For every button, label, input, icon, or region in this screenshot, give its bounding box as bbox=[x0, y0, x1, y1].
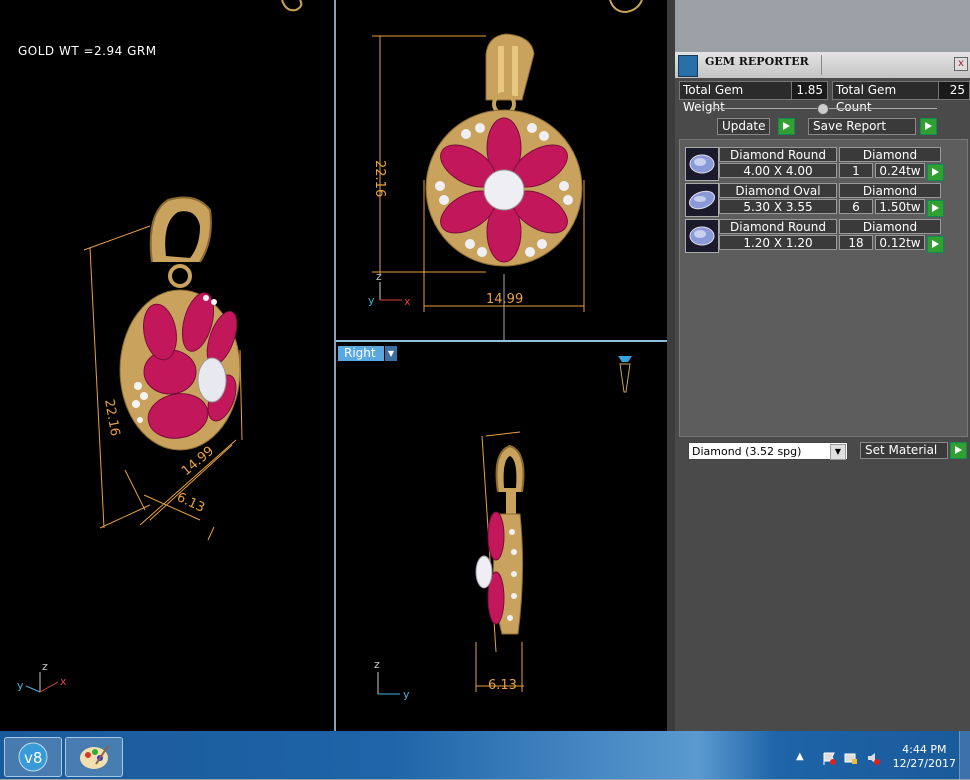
taskbar-app-paint[interactable] bbox=[65, 737, 123, 777]
material-select[interactable]: Diamond (3.52 spg) ▼ bbox=[688, 442, 848, 460]
svg-text:y: y bbox=[368, 294, 375, 307]
gem-thumbnail bbox=[685, 147, 719, 181]
total-gem-weight-value: 1.85 bbox=[791, 82, 827, 99]
gem-thumbnail bbox=[685, 183, 719, 217]
gem-row[interactable]: Diamond Round Diamond 4.00 X 4.00 1 0.24… bbox=[685, 147, 944, 181]
gem-reporter-panel: GEM REPORTER x Total Gem Weight 1.85 Tot… bbox=[675, 52, 970, 731]
total-gem-count-value: 25 bbox=[938, 82, 969, 99]
gem-material: Diamond bbox=[839, 147, 941, 162]
gem-weight: 0.12tw bbox=[875, 235, 925, 250]
gem-size: 4.00 X 4.00 bbox=[719, 163, 837, 178]
gem-name: Diamond Round bbox=[719, 219, 837, 234]
gem-count: 1 bbox=[839, 163, 873, 178]
gem-reporter-logo-icon bbox=[678, 55, 698, 77]
set-material-control[interactable]: Set Material bbox=[860, 442, 967, 459]
front-dimension-labels: 22.16 14.99 y z x bbox=[368, 160, 523, 308]
gem-weight: 1.50tw bbox=[875, 199, 925, 214]
total-gem-weight-label: Total Gem Weight bbox=[683, 83, 744, 114]
clock-time: 4:44 PM bbox=[902, 743, 947, 756]
svg-text:z: z bbox=[374, 658, 380, 671]
show-desktop-button[interactable] bbox=[959, 731, 970, 779]
perspective-viewport[interactable]: GOLD WT =2.94 GRM 22.16 14.99 6.13 y z x bbox=[0, 0, 336, 731]
update-button[interactable]: Update bbox=[717, 118, 771, 135]
total-gem-count-label: Total Gem Count bbox=[835, 83, 897, 114]
play-icon[interactable] bbox=[950, 442, 967, 459]
network-icon[interactable] bbox=[844, 751, 858, 765]
clock[interactable]: 4:44 PM 12/27/2017 bbox=[893, 743, 956, 771]
play-icon[interactable] bbox=[927, 164, 944, 181]
clock-date: 12/27/2017 bbox=[892, 757, 956, 770]
front-width-dim: 14.99 bbox=[486, 292, 523, 307]
show-hidden-icons-icon[interactable]: ▲ bbox=[796, 751, 810, 765]
taskbar-app-v8[interactable]: v8 bbox=[4, 737, 62, 777]
axis-triad: y z x bbox=[17, 660, 67, 693]
close-icon[interactable]: x bbox=[954, 57, 968, 71]
front-height-dim: 22.16 bbox=[372, 160, 387, 197]
material-select-value: Diamond (3.52 spg) bbox=[692, 445, 802, 458]
taskbar: v8 ▲ 4:44 PM 12/27/2017 bbox=[0, 731, 970, 779]
gem-reporter-title: GEM REPORTER bbox=[705, 55, 809, 68]
axis-triad: z y bbox=[374, 658, 410, 701]
perspective-dimension-labels: 22.16 14.99 6.13 y z x bbox=[17, 398, 217, 693]
right-depth-dim: 6.13 bbox=[488, 678, 517, 693]
panel-divider[interactable] bbox=[667, 0, 675, 731]
gem-name: Diamond Oval bbox=[719, 183, 837, 198]
total-gem-weight: Total Gem Weight 1.85 bbox=[679, 81, 828, 114]
gem-thumbnail bbox=[685, 219, 719, 253]
play-icon[interactable] bbox=[927, 200, 944, 217]
gem-row[interactable]: Diamond Oval Diamond 5.30 X 3.55 6 1.50t… bbox=[685, 183, 944, 217]
play-icon[interactable] bbox=[927, 236, 944, 253]
total-gem-count: Total Gem Count 25 bbox=[831, 81, 970, 114]
svg-text:z: z bbox=[42, 660, 48, 673]
paint-icon bbox=[80, 745, 109, 769]
perspective-width-dim: 14.99 bbox=[179, 444, 217, 479]
right-dimension-labels: 6.13 z y bbox=[374, 658, 517, 701]
panel-slider-knob[interactable] bbox=[817, 103, 829, 115]
front-viewport[interactable]: 22.16 14.99 y z x bbox=[336, 0, 667, 340]
gem-list: Diamond Round Diamond 4.00 X 4.00 1 0.24… bbox=[679, 139, 968, 437]
perspective-height-dim: 22.16 bbox=[101, 398, 122, 437]
gem-material: Diamond bbox=[839, 219, 941, 234]
set-material-button[interactable]: Set Material bbox=[860, 442, 948, 459]
right-viewport[interactable]: Right ▼ 6.13 z y bbox=[336, 342, 667, 731]
play-icon[interactable] bbox=[778, 118, 796, 135]
svg-text:x: x bbox=[60, 675, 67, 688]
gem-row[interactable]: Diamond Round Diamond 1.20 X 1.20 18 0.1… bbox=[685, 219, 944, 253]
gem-name: Diamond Round bbox=[719, 147, 837, 162]
save-report-control[interactable]: Save Report bbox=[808, 118, 937, 135]
totals-row: Total Gem Weight 1.85 Total Gem Count 25 bbox=[679, 81, 970, 114]
volume-icon[interactable] bbox=[866, 751, 880, 765]
gem-weight: 0.24tw bbox=[875, 163, 925, 178]
action-center-flag-icon[interactable] bbox=[822, 751, 836, 765]
gem-material: Diamond bbox=[839, 183, 941, 198]
svg-text:v8: v8 bbox=[24, 749, 42, 767]
gem-count: 6 bbox=[839, 199, 873, 214]
gem-count: 18 bbox=[839, 235, 873, 250]
save-report-button[interactable]: Save Report bbox=[808, 118, 916, 135]
gem-reporter-titlebar[interactable]: GEM REPORTER x bbox=[675, 52, 970, 78]
play-icon[interactable] bbox=[920, 118, 937, 135]
chevron-down-icon[interactable]: ▼ bbox=[830, 444, 846, 460]
perspective-depth-dim: 6.13 bbox=[174, 490, 207, 516]
svg-text:y: y bbox=[403, 688, 410, 701]
v8-app-icon: v8 bbox=[18, 742, 48, 772]
update-control[interactable]: Update bbox=[717, 118, 796, 135]
svg-text:x: x bbox=[404, 295, 411, 308]
gem-size: 1.20 X 1.20 bbox=[719, 235, 837, 250]
svg-text:y: y bbox=[17, 679, 24, 692]
axis-triad: y z x bbox=[368, 270, 411, 308]
gem-size: 5.30 X 3.55 bbox=[719, 199, 837, 214]
svg-text:z: z bbox=[376, 270, 382, 283]
